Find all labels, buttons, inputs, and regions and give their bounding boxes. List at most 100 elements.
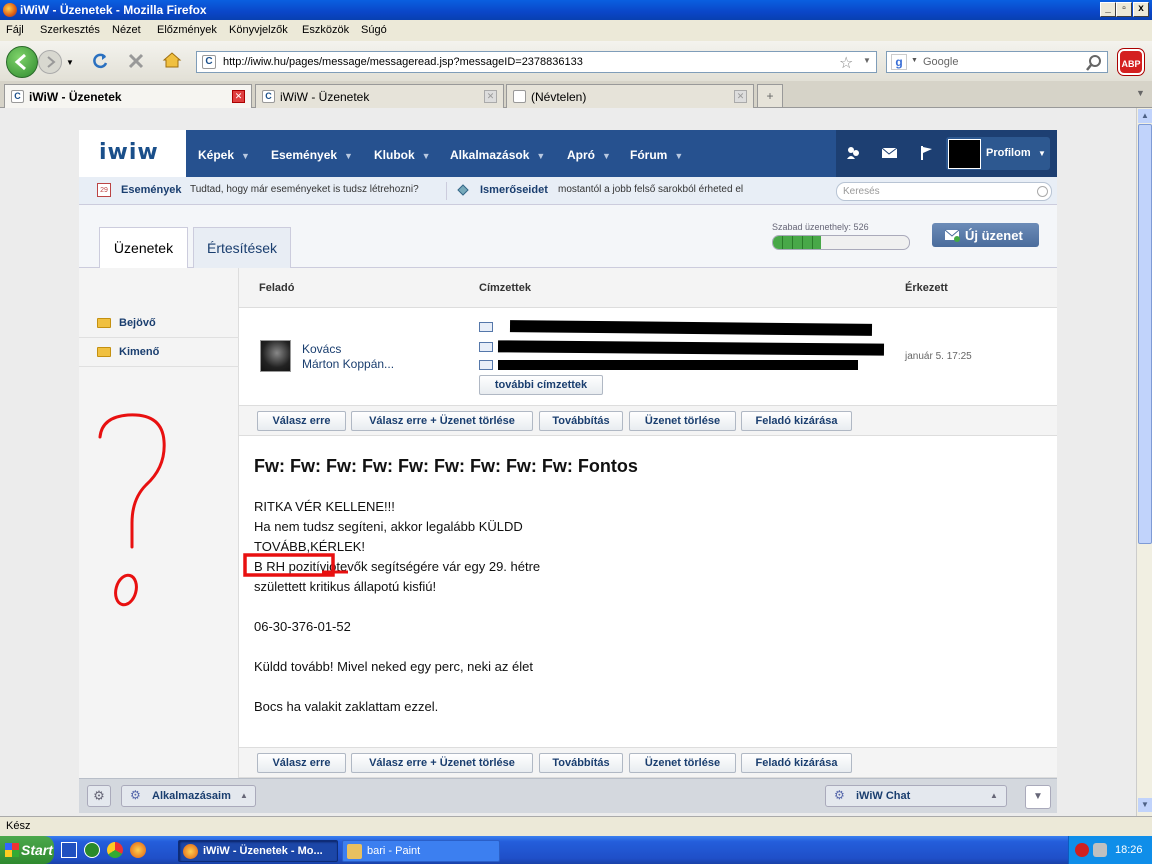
- reply-and-delete-button[interactable]: Válasz erre + Üzenet törlése: [351, 753, 533, 773]
- collapse-chevron-icon[interactable]: ▼: [1025, 785, 1051, 809]
- menu-bookmarks[interactable]: Könyvjelzők: [229, 24, 288, 36]
- back-button[interactable]: [6, 46, 38, 78]
- tab-close-icon[interactable]: ✕: [734, 90, 747, 103]
- envelope-icon: [479, 342, 493, 353]
- menu-help[interactable]: Súgó: [361, 24, 387, 36]
- search-circle-icon[interactable]: [1037, 186, 1048, 197]
- tab-close-icon[interactable]: ✕: [484, 90, 497, 103]
- folder-label: Bejövő: [119, 317, 156, 329]
- nav-label: Klubok: [374, 148, 415, 162]
- reply-button[interactable]: Válasz erre: [257, 753, 346, 773]
- profile-menu[interactable]: Profilom ▼: [946, 137, 1050, 170]
- sender-last-name[interactable]: Márton Koppán...: [302, 357, 394, 371]
- nav-forum[interactable]: Fórum ▼: [630, 148, 683, 162]
- vertical-scrollbar[interactable]: ▲ ▼: [1136, 108, 1152, 816]
- minimize-button[interactable]: _: [1100, 2, 1116, 17]
- tab-ertesitesek[interactable]: Értesítések: [193, 227, 291, 268]
- tab-untitled[interactable]: (Névtelen) ✕: [506, 84, 754, 108]
- nav-esemenyek[interactable]: Események ▼: [271, 148, 353, 162]
- site-search-input[interactable]: Keresés: [836, 182, 1052, 201]
- chat-button[interactable]: ⚙ iWiW Chat ▲: [825, 785, 1007, 807]
- delete-message-button[interactable]: Üzenet törlése: [629, 411, 736, 431]
- envelope-plus-icon: [944, 229, 960, 242]
- delete-message-button[interactable]: Üzenet törlése: [629, 753, 736, 773]
- engine-dropdown-icon[interactable]: ▼: [911, 57, 918, 64]
- tab-list-icon[interactable]: ▼: [1136, 88, 1145, 98]
- menu-tools[interactable]: Eszközök: [302, 24, 349, 36]
- menu-bar: Fájl Szerkesztés Nézet Előzmények Könyvj…: [0, 20, 1152, 41]
- tab-iwiw-second[interactable]: C iWiW - Üzenetek ✕: [255, 84, 504, 108]
- adblock-icon[interactable]: ABP: [1118, 49, 1144, 75]
- menu-history[interactable]: Előzmények: [157, 24, 217, 36]
- sender-first-name[interactable]: Kovács: [302, 342, 341, 356]
- nav-label: Apró: [567, 148, 595, 162]
- close-window-button[interactable]: x: [1133, 2, 1149, 17]
- tab-uzenetek[interactable]: Üzenetek: [99, 227, 188, 268]
- redaction-bar: [498, 360, 858, 370]
- apps-menu-button[interactable]: ⚙ Alkalmazásaim ▲: [121, 785, 256, 807]
- stop-icon[interactable]: [126, 51, 146, 71]
- start-button[interactable]: Start: [0, 836, 54, 864]
- url-dropdown-icon[interactable]: ▼: [863, 56, 871, 65]
- nav-apro[interactable]: Apró ▼: [567, 148, 611, 162]
- notifications-flag-icon[interactable]: [919, 145, 935, 161]
- task-firefox[interactable]: iWiW - Üzenetek - Mo...: [178, 840, 338, 862]
- bookmark-star-icon[interactable]: ☆: [839, 53, 853, 73]
- history-dropdown-icon[interactable]: ▼: [66, 58, 74, 67]
- nav-kepek[interactable]: Képek ▼: [198, 148, 250, 162]
- scroll-down-icon[interactable]: ▼: [1138, 798, 1152, 812]
- new-message-button[interactable]: Új üzenet: [932, 223, 1039, 247]
- block-sender-button[interactable]: Feladó kizárása: [741, 753, 852, 773]
- task-paint[interactable]: bari - Paint: [342, 840, 500, 862]
- sender-avatar[interactable]: [260, 340, 291, 372]
- friends-link[interactable]: Ismerőseidet: [480, 184, 548, 196]
- nav-klubok[interactable]: Klubok ▼: [374, 148, 431, 162]
- menu-edit[interactable]: Szerkesztés: [40, 24, 100, 36]
- messages-icon[interactable]: [881, 146, 899, 160]
- url-bar[interactable]: C http://iwiw.hu/pages/message/messagere…: [196, 51, 877, 73]
- quicklaunch-chrome-icon[interactable]: [107, 842, 123, 858]
- maximize-button[interactable]: ▫: [1116, 2, 1132, 17]
- iwiw-logo[interactable]: iwiw: [79, 130, 186, 177]
- menu-view[interactable]: Nézet: [112, 24, 141, 36]
- folder-sent[interactable]: Kimenő: [79, 338, 239, 367]
- quicklaunch-save-icon[interactable]: [61, 842, 77, 858]
- reload-icon[interactable]: [90, 51, 110, 71]
- profile-avatar: [948, 139, 981, 169]
- status-bar: Kész: [0, 816, 1152, 836]
- logo-text: iwiw: [99, 140, 159, 165]
- tab-close-icon[interactable]: ✕: [232, 90, 245, 103]
- scrollbar-thumb[interactable]: [1138, 124, 1152, 544]
- nav-alkalmazasok[interactable]: Alkalmazások ▼: [450, 148, 545, 162]
- new-tab-button[interactable]: +: [757, 84, 783, 108]
- search-placeholder: Google: [923, 56, 959, 68]
- page-icon: [513, 90, 526, 103]
- settings-gear-icon[interactable]: ⚙: [87, 785, 111, 807]
- quicklaunch-firefox-icon[interactable]: [130, 842, 146, 858]
- forward-message-button[interactable]: Továbbítás: [539, 411, 623, 431]
- tray-network-icon[interactable]: [1093, 843, 1107, 857]
- home-icon[interactable]: [162, 50, 182, 70]
- block-sender-button[interactable]: Feladó kizárása: [741, 411, 852, 431]
- forward-message-button[interactable]: Továbbítás: [539, 753, 623, 773]
- reply-and-delete-button[interactable]: Válasz erre + Üzenet törlése: [351, 411, 533, 431]
- envelope-icon: [479, 322, 493, 333]
- column-recipients: Címzettek: [479, 282, 531, 294]
- scroll-up-icon[interactable]: ▲: [1138, 109, 1152, 123]
- nav-label: Fórum: [630, 148, 668, 162]
- events-link[interactable]: Események: [121, 184, 182, 196]
- more-recipients-button[interactable]: további címzettek: [479, 375, 603, 395]
- tab-iwiw-active[interactable]: C iWiW - Üzenetek ✕: [4, 84, 252, 109]
- column-sender: Feladó: [259, 282, 295, 294]
- quicklaunch-utorrent-icon[interactable]: [84, 842, 100, 858]
- status-text: Kész: [6, 820, 31, 832]
- google-icon[interactable]: g: [891, 54, 907, 70]
- friends-icon[interactable]: [845, 145, 861, 161]
- magnifier-icon[interactable]: [1085, 54, 1103, 72]
- forward-button[interactable]: [38, 50, 62, 74]
- search-bar[interactable]: g ▼ Google: [886, 51, 1108, 73]
- tray-app-icon[interactable]: [1075, 843, 1089, 857]
- folder-inbox[interactable]: Bejövő: [79, 309, 239, 338]
- menu-file[interactable]: Fájl: [6, 24, 24, 36]
- red-annotation-overlay: [98, 413, 348, 607]
